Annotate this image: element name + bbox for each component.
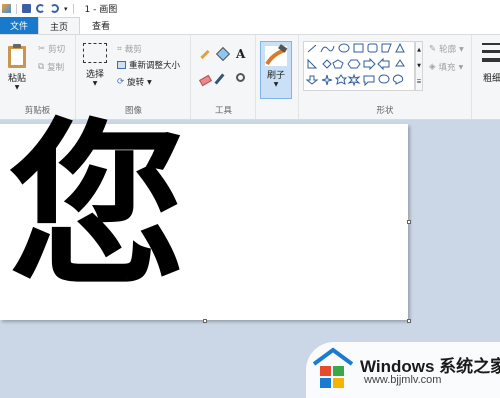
shapes-scrollbar[interactable]: ▲ ▼ ☰ bbox=[415, 41, 423, 91]
fill-bucket-icon: ◈ bbox=[429, 62, 436, 72]
resize-handle-right[interactable] bbox=[407, 220, 411, 224]
brushes-label: 刷子 bbox=[266, 71, 285, 81]
chevron-down-icon: ▼ bbox=[147, 78, 152, 86]
ribbon-tabs: 文件 主页 查看 bbox=[0, 17, 500, 34]
save-icon[interactable] bbox=[22, 4, 31, 13]
fill-icon[interactable] bbox=[215, 46, 231, 62]
resize-handle-corner[interactable] bbox=[407, 319, 411, 323]
crop-label: 裁剪 bbox=[124, 45, 142, 55]
line-size-icon bbox=[482, 43, 500, 67]
shapes-icons[interactable] bbox=[304, 42, 416, 92]
tab-file[interactable]: 文件 bbox=[0, 17, 38, 34]
brush-icon bbox=[265, 44, 288, 66]
windows-logo-icon bbox=[312, 347, 354, 388]
size-label: 粗细 bbox=[482, 74, 500, 84]
rotate-label: 旋转 bbox=[127, 78, 145, 88]
chevron-down-icon: ▼ bbox=[458, 63, 464, 71]
customize-quick-access-icon[interactable]: ▾ bbox=[64, 5, 68, 13]
clipboard-icon bbox=[8, 44, 26, 68]
scissors-icon: ✂ bbox=[38, 44, 46, 54]
fill-label: 填充 bbox=[438, 63, 456, 73]
rotate-icon: ⟳ bbox=[117, 77, 125, 87]
chevron-down-icon: ▼ bbox=[14, 84, 20, 91]
magnifier-icon[interactable] bbox=[236, 73, 245, 82]
undo-icon[interactable] bbox=[36, 4, 45, 13]
drawing-canvas[interactable]: 您 bbox=[0, 118, 408, 320]
tools-group-label: 工具 bbox=[214, 106, 232, 116]
tab-view[interactable]: 查看 bbox=[80, 17, 122, 34]
tab-home[interactable]: 主页 bbox=[38, 17, 80, 34]
rotate-button[interactable]: ⟳ 旋转 ▼ bbox=[117, 76, 152, 88]
crop-button[interactable]: ⌗ 裁剪 bbox=[117, 43, 142, 55]
chevron-down-icon: ▼ bbox=[92, 80, 98, 87]
cut-label: 剪切 bbox=[48, 45, 66, 55]
crop-icon: ⌗ bbox=[117, 44, 122, 54]
outline-icon: ✎ bbox=[429, 44, 437, 54]
paint-app-icon bbox=[2, 4, 11, 13]
watermark-url: www.bjjmlv.com bbox=[364, 374, 442, 386]
selection-icon bbox=[83, 43, 107, 63]
tools-group: A 工具 bbox=[192, 35, 256, 119]
shapes-gallery bbox=[303, 41, 415, 91]
shapes-group: ▲ ▼ ☰ ✎ 轮廓 ▼ ◈ 填充 ▼ 形状 bbox=[298, 35, 472, 119]
redo-icon[interactable] bbox=[50, 4, 59, 13]
canvas-character: 您 bbox=[8, 103, 186, 310]
fill-button[interactable]: ◈ 填充 ▼ bbox=[429, 61, 463, 73]
paste-label: 粘贴 bbox=[7, 74, 26, 84]
size-button[interactable]: 粗细 bbox=[482, 43, 500, 84]
outline-button[interactable]: ✎ 轮廓 ▼ bbox=[429, 43, 464, 55]
copy-icon: ⧉ bbox=[38, 62, 45, 72]
resize-handle-bottom[interactable] bbox=[203, 319, 207, 323]
select-label: 选择 bbox=[85, 70, 104, 80]
resize-button[interactable]: 重新调整大小 bbox=[117, 59, 180, 71]
watermark: Windows 系统之家 www.bjjmlv.com bbox=[300, 338, 500, 398]
divider bbox=[72, 3, 74, 14]
eraser-icon[interactable] bbox=[198, 74, 213, 87]
chevron-down-icon: ▼ bbox=[459, 45, 464, 53]
shapes-group-label: 形状 bbox=[376, 106, 394, 116]
cut-button[interactable]: ✂ 剪切 bbox=[38, 43, 65, 55]
color-picker-icon[interactable] bbox=[214, 73, 225, 85]
brushes-button[interactable]: 刷子 ▼ bbox=[260, 41, 292, 99]
resize-label: 重新调整大小 bbox=[129, 61, 181, 71]
title-bar: ▾ 1 - 画图 bbox=[0, 0, 500, 17]
divider bbox=[16, 3, 17, 14]
copy-label: 复制 bbox=[47, 63, 65, 73]
resize-icon bbox=[117, 61, 126, 69]
outline-label: 轮廓 bbox=[439, 45, 457, 55]
window-title: 1 - 画图 bbox=[84, 5, 118, 15]
copy-button[interactable]: ⧉ 复制 bbox=[38, 61, 64, 73]
pencil-icon[interactable] bbox=[200, 49, 210, 60]
text-icon[interactable]: A bbox=[236, 47, 245, 61]
paste-button[interactable]: 粘贴 ▼ bbox=[6, 43, 28, 91]
chevron-down-icon: ▼ bbox=[273, 81, 279, 88]
select-button[interactable]: 选择 ▼ bbox=[83, 43, 107, 87]
